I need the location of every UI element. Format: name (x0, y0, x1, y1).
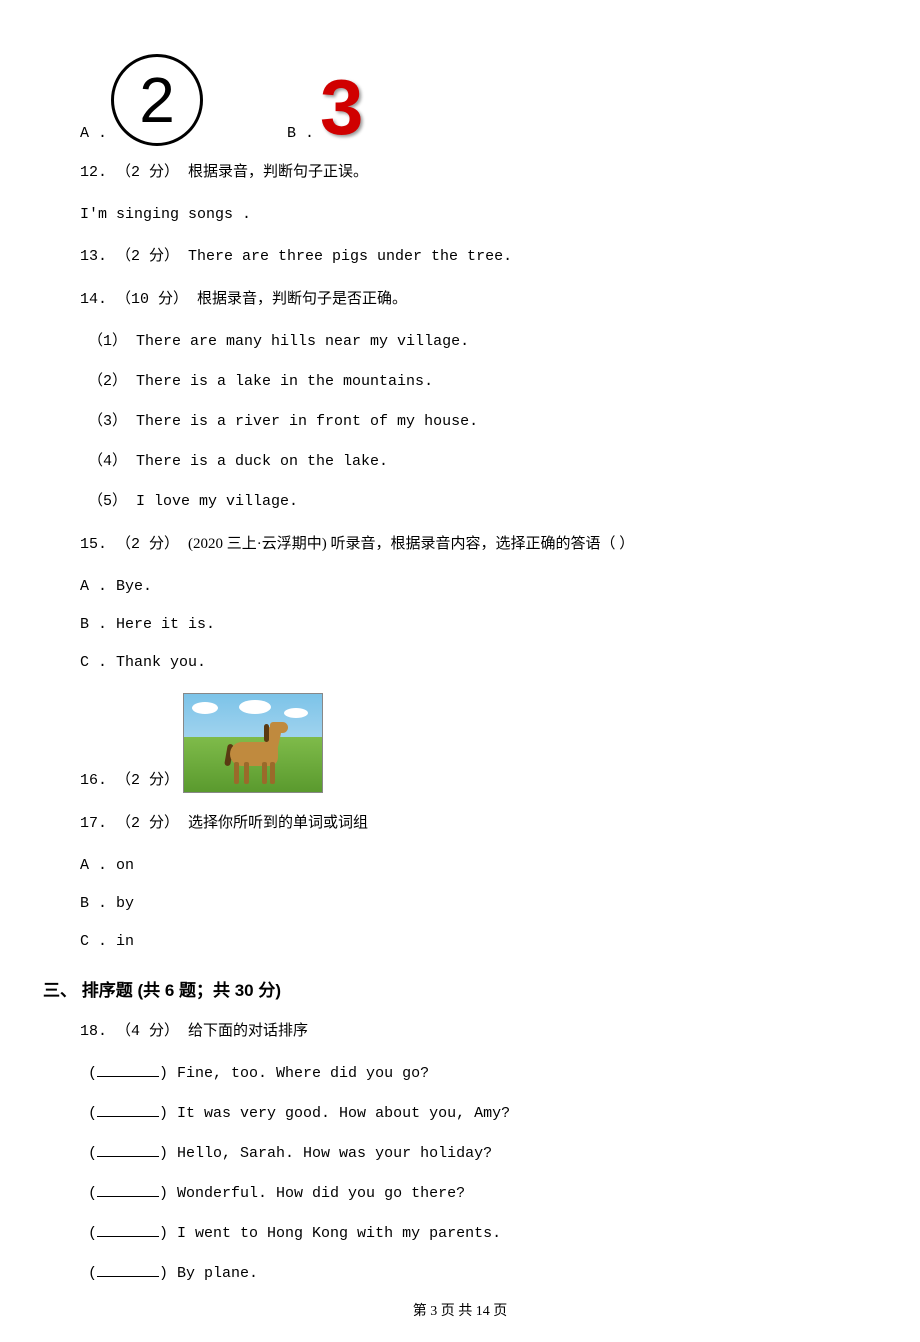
q14-instruction: 根据录音，判断句子是否正确。 (197, 291, 407, 307)
blank-input[interactable] (97, 1222, 159, 1237)
q18-line-2-text: It was very good. How about you, Amy? (177, 1105, 510, 1122)
blank-input[interactable] (97, 1262, 159, 1277)
q18-line-5-text: I went to Hong Kong with my parents. (177, 1225, 501, 1242)
horse-image (183, 693, 323, 793)
q17-b-text: by (116, 895, 134, 912)
q15-c-label: C . (80, 654, 116, 671)
q17-option-b: B . by (80, 892, 840, 916)
q18-line-6: () By plane. (88, 1262, 840, 1286)
q12-prefix: 12. （2 分） (80, 164, 188, 181)
q17-c-label: C . (80, 933, 116, 950)
q13-text: There are three pigs under the tree. (188, 248, 512, 265)
q13-prefix: 13. （2 分） (80, 248, 188, 265)
q14-item-5-label: （5） (88, 493, 136, 510)
q15-instruction: 听录音，根据录音内容，选择正确的答语（ ） (331, 536, 635, 552)
q12-sentence: I'm singing songs . (80, 203, 840, 227)
q18-line-3: () Hello, Sarah. How was your holiday? (88, 1142, 840, 1166)
q15-option-c: C . Thank you. (80, 651, 840, 675)
q15-prefix: 15. （2 分） (80, 536, 188, 553)
q17-a-label: A . (80, 857, 116, 874)
q17-c-text: in (116, 933, 134, 950)
blank-input[interactable] (97, 1142, 159, 1157)
q15-option-a: A . Bye. (80, 575, 840, 599)
q18-line-1-text: Fine, too. Where did you go? (177, 1065, 429, 1082)
q15-a-text: Bye. (116, 578, 152, 595)
q15-c-text: Thank you. (116, 654, 206, 671)
q17-option-c: C . in (80, 930, 840, 954)
q14-item-1: （1） There are many hills near my village… (88, 330, 840, 354)
q12-instruction: 根据录音，判断句子正误。 (188, 164, 368, 180)
q11-options: A . 2 B . 3 (80, 50, 840, 142)
q14-item-2-label: （2） (88, 373, 136, 390)
q18-line-4: () Wonderful. How did you go there? (88, 1182, 840, 1206)
q18-line-3-text: Hello, Sarah. How was your holiday? (177, 1145, 492, 1162)
q15-meta: (2020 三上·云浮期中) (188, 536, 331, 552)
q14-item-3-text: There is a river in front of my house. (136, 413, 478, 430)
q14-item-1-label: （1） (88, 333, 136, 350)
q17-option-a: A . on (80, 854, 840, 878)
q14-item-5: （5） I love my village. (88, 490, 840, 514)
q14-item-3-label: （3） (88, 413, 136, 430)
section-3-header: 三、 排序题 (共 6 题；共 30 分) (43, 976, 840, 1001)
page-footer: 第 3 页 共 14 页 (0, 1300, 920, 1320)
q17-a-text: on (116, 857, 134, 874)
q14-item-2-text: There is a lake in the mountains. (136, 373, 433, 390)
q18-line-1: () Fine, too. Where did you go? (88, 1062, 840, 1086)
q14-item-5-text: I love my village. (136, 493, 298, 510)
q14-item-2: （2） There is a lake in the mountains. (88, 370, 840, 394)
q14-item-4: （4） There is a duck on the lake. (88, 450, 840, 474)
q18-line-6-text: By plane. (177, 1265, 258, 1282)
q13: 13. （2 分） There are three pigs under the… (80, 245, 840, 269)
q15-b-text: Here it is. (116, 616, 215, 633)
circle-number-2-image: 2 (111, 54, 203, 146)
q14-item-1-text: There are many hills near my village. (136, 333, 469, 350)
q17: 17. （2 分） 选择你所听到的单词或词组 (80, 811, 840, 836)
q14-prefix: 14. （10 分） (80, 291, 197, 308)
q18-line-5: () I went to Hong Kong with my parents. (88, 1222, 840, 1246)
blank-input[interactable] (97, 1182, 159, 1197)
blank-input[interactable] (97, 1102, 159, 1117)
q14-item-4-text: There is a duck on the lake. (136, 453, 388, 470)
q16: 16. （2 分） (80, 693, 840, 793)
option-b-label: B . (287, 125, 314, 142)
q17-b-label: B . (80, 895, 116, 912)
q18-instruction: 给下面的对话排序 (188, 1023, 308, 1039)
q18-prefix: 18. （4 分） (80, 1023, 188, 1040)
red-number-3-image: 3 (320, 68, 363, 146)
blank-input[interactable] (97, 1062, 159, 1077)
q14-item-3: （3） There is a river in front of my hous… (88, 410, 840, 434)
q15-a-label: A . (80, 578, 116, 595)
q18-line-2: () It was very good. How about you, Amy? (88, 1102, 840, 1126)
q14: 14. （10 分） 根据录音，判断句子是否正确。 (80, 287, 840, 312)
q18: 18. （4 分） 给下面的对话排序 (80, 1019, 840, 1044)
q12: 12. （2 分） 根据录音，判断句子正误。 (80, 160, 840, 185)
q16-prefix: 16. （2 分） (80, 769, 179, 793)
q14-item-4-label: （4） (88, 453, 136, 470)
q18-line-4-text: Wonderful. How did you go there? (177, 1185, 465, 1202)
q17-instruction: 选择你所听到的单词或词组 (188, 815, 368, 831)
q15: 15. （2 分） (2020 三上·云浮期中) 听录音，根据录音内容，选择正确… (80, 532, 840, 557)
option-a-label: A . (80, 125, 107, 142)
q15-option-b: B . Here it is. (80, 613, 840, 637)
q17-prefix: 17. （2 分） (80, 815, 188, 832)
q15-b-label: B . (80, 616, 116, 633)
